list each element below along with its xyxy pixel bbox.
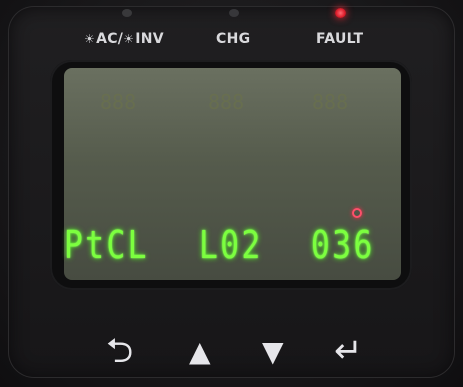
inactive-segment: 888 (100, 90, 137, 114)
degree-indicator (352, 208, 362, 218)
back-icon: ⮌ (106, 331, 134, 371)
lcd-segment-mode: PtCL (64, 223, 149, 267)
back-button[interactable]: ⮌ (106, 334, 133, 368)
ac-inv-label: ☀ AC/ ☀ INV (84, 31, 164, 47)
chg-label: CHG (216, 31, 251, 47)
fault-led (335, 8, 346, 18)
up-button[interactable]: ▲ (189, 338, 211, 366)
down-arrow-icon: ▼ (262, 335, 284, 368)
ac-inv-led (122, 9, 132, 17)
inactive-segment: 888 (208, 90, 245, 114)
chg-led (229, 9, 239, 17)
down-button[interactable]: ▼ (262, 338, 284, 366)
lcd-segment-value: 036 (311, 223, 375, 267)
up-arrow-icon: ▲ (189, 335, 211, 368)
sun-icon: ☀ (123, 32, 135, 46)
fault-label: FAULT (316, 31, 364, 47)
lcd-segment-code: L02 (199, 223, 263, 267)
inactive-segment: 888 (312, 90, 349, 114)
ac-label: AC/ (96, 31, 124, 47)
inverter-panel: ☀ AC/ ☀ INV CHG FAULT 888 888 888 PtCL L… (0, 0, 463, 387)
inv-label: INV (135, 31, 164, 47)
sun-icon: ☀ (84, 32, 96, 46)
enter-icon: ↵ (334, 331, 363, 371)
enter-button[interactable]: ↵ (334, 334, 363, 368)
